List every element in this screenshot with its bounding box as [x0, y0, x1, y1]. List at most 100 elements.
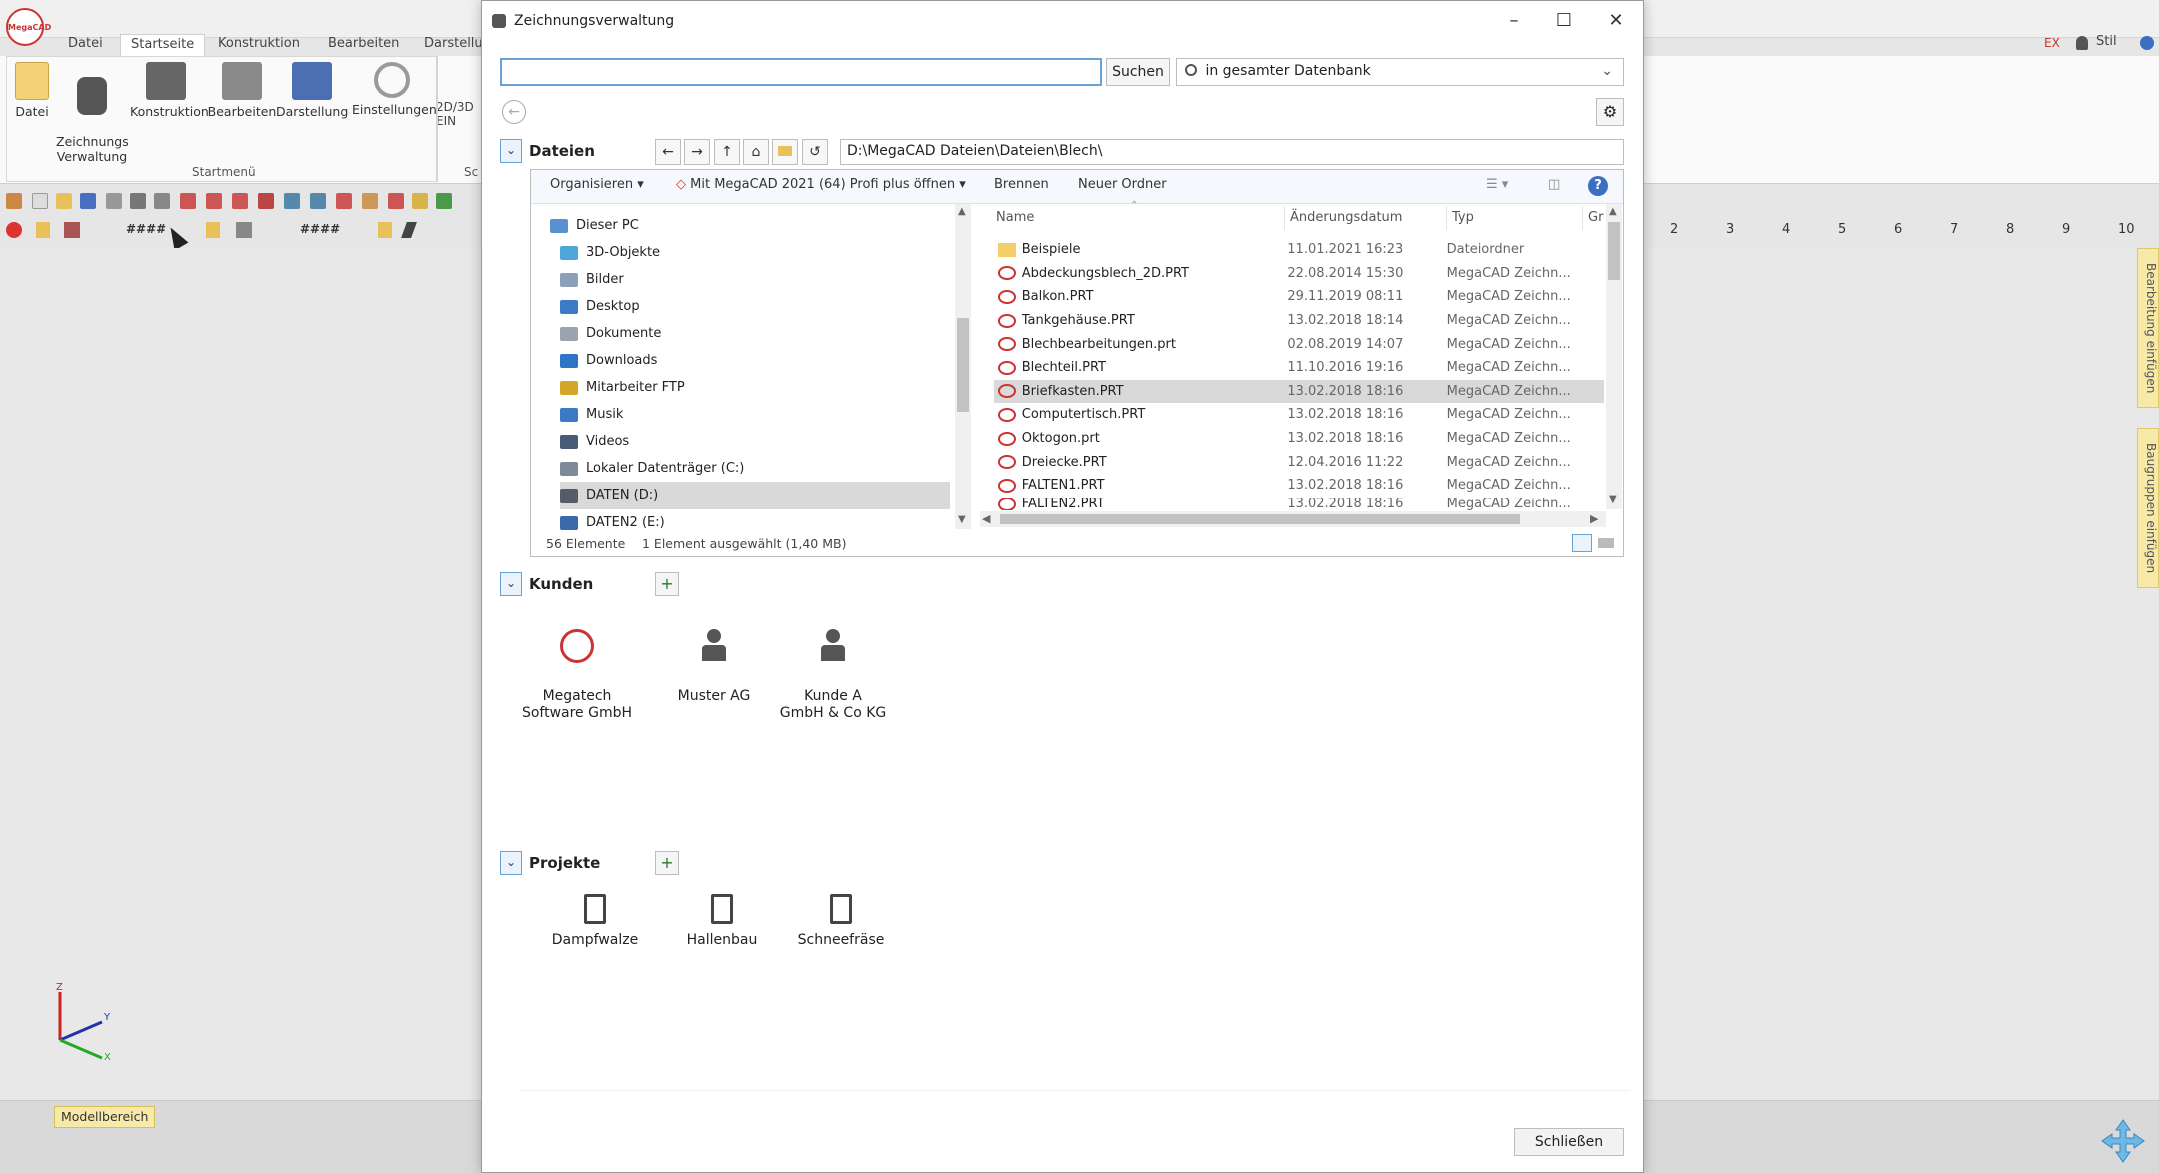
- save-icon[interactable]: [80, 193, 96, 209]
- lock-icon[interactable]: [378, 222, 392, 238]
- open-folder-icon[interactable]: [56, 193, 72, 209]
- menu-tab-datei[interactable]: Datei: [58, 34, 113, 56]
- back-arrow-icon[interactable]: ←: [502, 100, 526, 124]
- lock-icon[interactable]: [36, 222, 50, 238]
- minimize-button[interactable]: –: [1494, 6, 1534, 36]
- tree-item[interactable]: Downloads: [560, 347, 950, 374]
- ex-indicator[interactable]: EX: [2044, 36, 2060, 50]
- projekt-card[interactable]: Hallenbau: [657, 894, 787, 949]
- tiles-view-icon[interactable]: [1598, 538, 1614, 548]
- tree-item[interactable]: 3D-Objekte: [560, 239, 950, 266]
- settings-gear-button[interactable]: ⚙: [1596, 98, 1624, 126]
- kunden-collapse-toggle[interactable]: ⌄: [500, 572, 522, 596]
- tree-item[interactable]: Musik: [560, 401, 950, 428]
- file-row[interactable]: FALTEN1.PRT 13.02.2018 18:16 MegaCAD Zeich…: [994, 474, 1604, 498]
- column-header-name[interactable]: Name: [996, 210, 1034, 225]
- measure-icon[interactable]: [232, 193, 248, 209]
- add-projekt-button[interactable]: +: [655, 851, 679, 875]
- scroll-down-icon[interactable]: ▼: [958, 514, 966, 525]
- kunde-card[interactable]: Muster AG: [649, 612, 779, 705]
- search-button[interactable]: Suchen: [1106, 58, 1170, 86]
- kunde-card[interactable]: Megatech Software GmbH: [512, 612, 642, 722]
- view-options-icon[interactable]: ☰ ▾: [1486, 177, 1508, 192]
- column-header-size[interactable]: Gr: [1588, 210, 1603, 225]
- tree-scrollbar-thumb[interactable]: [957, 318, 969, 412]
- undo-icon[interactable]: [284, 193, 300, 209]
- tree-item[interactable]: Bilder: [560, 266, 950, 293]
- block-icon[interactable]: [412, 193, 428, 209]
- projekt-card[interactable]: Dampfwalze: [530, 894, 660, 949]
- menu-tab-startseite[interactable]: Startseite: [120, 34, 206, 56]
- file-row[interactable]: Oktogon.prt 13.02.2018 18:16 MegaCAD Zeich…: [994, 427, 1604, 451]
- window-icon[interactable]: [154, 193, 170, 209]
- help-icon[interactable]: ?: [1588, 176, 1608, 196]
- add-kunde-button[interactable]: +: [655, 572, 679, 596]
- file-row[interactable]: Computertisch.PRT 13.02.2018 18:16 MegaCAD…: [994, 403, 1604, 427]
- layer-icon[interactable]: [180, 193, 196, 209]
- projekte-collapse-toggle[interactable]: ⌄: [500, 851, 522, 875]
- files-vertical-scrollbar-thumb[interactable]: [1608, 222, 1620, 280]
- modellbereich-tab[interactable]: Modellbereich: [54, 1106, 156, 1128]
- tree-item[interactable]: Dokumente: [560, 320, 950, 347]
- file-row[interactable]: Blechbearbeitungen.prt 02.08.2019 14:07 Me…: [994, 332, 1604, 356]
- tree-item[interactable]: Mitarbeiter FTP: [560, 374, 950, 401]
- organize-menu[interactable]: Organisieren ▾: [550, 177, 644, 192]
- tool-icon[interactable]: [6, 193, 22, 209]
- lock-icon[interactable]: [206, 222, 220, 238]
- new-file-icon[interactable]: [32, 193, 48, 209]
- path-field[interactable]: D:\MegaCAD Dateien\Dateien\Blech\: [840, 139, 1624, 165]
- pointer-mode-icon[interactable]: [6, 222, 22, 238]
- file-row[interactable]: FALTEN2.PRT 13.02.2018 18:16 MegaCAD Zeich…: [994, 497, 1604, 510]
- kunde-card[interactable]: Kunde A GmbH & Co KG: [768, 612, 898, 722]
- redo-icon[interactable]: [310, 193, 326, 209]
- column-header-type[interactable]: Typ: [1452, 210, 1474, 225]
- scroll-up-icon[interactable]: ▲: [1609, 206, 1617, 217]
- side-tab-bearbeitung[interactable]: Bearbeitung einfügen: [2137, 248, 2159, 408]
- snap-icon[interactable]: [336, 193, 352, 209]
- user-icon[interactable]: [2076, 36, 2088, 50]
- scroll-down-icon[interactable]: ▼: [1609, 494, 1617, 505]
- refresh-button[interactable]: ↺: [802, 139, 828, 165]
- open-with-megacad-button[interactable]: ◇ Mit MegaCAD 2021 (64) Profi plus öffne…: [676, 177, 966, 192]
- ribbon-2d3d-label[interactable]: 2D/3D EIN: [436, 100, 474, 128]
- file-row[interactable]: Tankgehäuse.PRT 13.02.2018 18:14 MegaCAD Z…: [994, 309, 1604, 333]
- print-icon[interactable]: [106, 193, 122, 209]
- file-row[interactable]: Balkon.PRT 29.11.2019 08:11 MegaCAD Zeichn…: [994, 285, 1604, 309]
- files-horizontal-scrollbar-thumb[interactable]: [1000, 514, 1520, 524]
- close-window-button[interactable]: ✕: [1596, 6, 1636, 36]
- menu-tab-bearbeiten[interactable]: Bearbeiten: [318, 34, 409, 56]
- search-input[interactable]: [500, 58, 1102, 86]
- file-row[interactable]: Blechteil.PRT 11.10.2016 19:16 MegaCAD Zei…: [994, 356, 1604, 380]
- preview-icon[interactable]: [130, 193, 146, 209]
- details-view-icon[interactable]: [1572, 534, 1592, 552]
- stil-label[interactable]: Stil: [2096, 34, 2117, 49]
- tree-item[interactable]: Lokaler Datenträger (C:): [560, 455, 950, 482]
- tree-item[interactable]: Desktop: [560, 293, 950, 320]
- preview-pane-icon[interactable]: ◫: [1548, 177, 1560, 192]
- new-folder-nav-button[interactable]: [772, 139, 798, 165]
- scroll-up-icon[interactable]: ▲: [958, 206, 966, 217]
- new-folder-button[interactable]: Neuer Ordner: [1078, 177, 1167, 192]
- burn-button[interactable]: Brennen: [994, 177, 1049, 192]
- home-button[interactable]: ⌂: [743, 139, 769, 165]
- search-scope-select[interactable]: in gesamter Datenbank ⌄: [1176, 58, 1624, 86]
- pen-icon[interactable]: [236, 222, 252, 238]
- file-row[interactable]: Briefkasten.PRT 13.02.2018 18:16 MegaCAD Z…: [994, 379, 1604, 404]
- megacad-logo[interactable]: MegaCAD: [6, 8, 51, 46]
- file-row[interactable]: Abdeckungsblech_2D.PRT 22.08.2014 15:30 Me…: [994, 262, 1604, 286]
- tree-item[interactable]: Dieser PC: [550, 212, 950, 239]
- menu-tab-konstruktion[interactable]: Konstruktion: [208, 34, 310, 56]
- file-row[interactable]: Beispiele 11.01.2021 16:23 Dateiordner: [994, 238, 1604, 262]
- up-button[interactable]: ↑: [714, 139, 740, 165]
- navigation-cross-icon[interactable]: [2100, 1118, 2146, 1164]
- column-header-date[interactable]: Änderungsdatum: [1290, 210, 1402, 225]
- style-field-2[interactable]: ####: [300, 222, 340, 236]
- help-icon[interactable]: [2140, 36, 2154, 50]
- file-row[interactable]: Dreiecke.PRT 12.04.2016 11:22 MegaCAD Zeic…: [994, 450, 1604, 474]
- tree-item[interactable]: Videos: [560, 428, 950, 455]
- forward-button[interactable]: →: [684, 139, 710, 165]
- dateien-collapse-toggle[interactable]: ⌄: [500, 139, 522, 163]
- scroll-right-icon[interactable]: ▶: [1590, 512, 1598, 525]
- style-field-1[interactable]: ####: [126, 222, 166, 236]
- attribute-icon[interactable]: [64, 222, 80, 238]
